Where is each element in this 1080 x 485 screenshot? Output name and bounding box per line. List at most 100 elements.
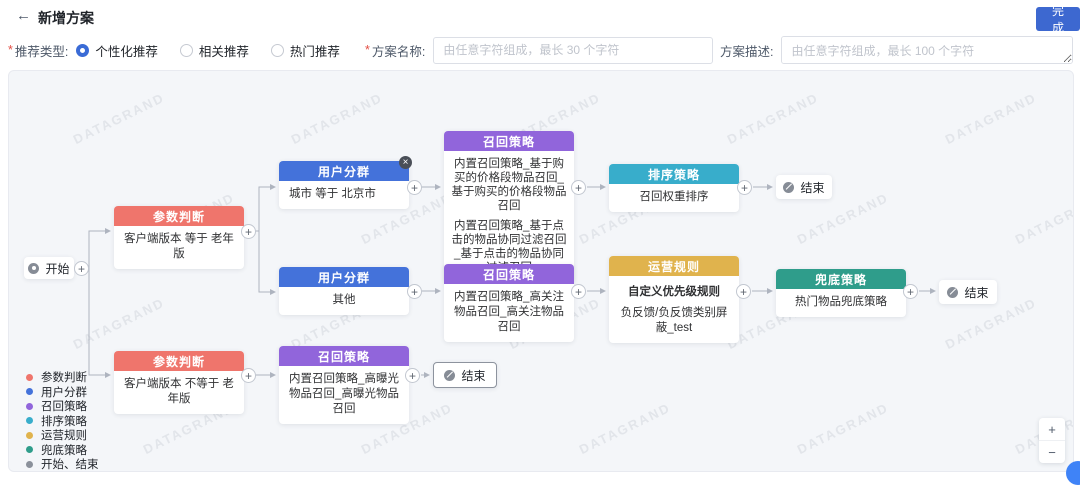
- node-end-2[interactable]: 结束: [939, 280, 997, 304]
- radio-label: 个性化推荐: [95, 41, 158, 60]
- node-title: 用户分群: [279, 267, 409, 287]
- zoom-out-button[interactable]: −: [1039, 440, 1065, 463]
- legend-item: 运营规则: [26, 428, 99, 442]
- page-title: 新增方案: [38, 8, 94, 28]
- node-body: 自定义优先级规则: [615, 285, 733, 300]
- zoom-in-button[interactable]: +: [1039, 418, 1065, 440]
- add-node-button[interactable]: +: [571, 284, 586, 299]
- plan-desc-group: 方案描述:: [720, 36, 1073, 64]
- node-body: 内置召回策略_高曝光物品召回_高曝光物品召回: [279, 366, 409, 424]
- node-title: 运营规则: [609, 256, 739, 276]
- legend-dot: [26, 403, 33, 410]
- flow-canvas[interactable]: DATAGRANDDATAGRANDDATAGRANDDATAGRANDDATA…: [8, 70, 1074, 472]
- floating-help-button[interactable]: [1066, 461, 1080, 485]
- radio-label: 热门推荐: [290, 41, 340, 60]
- canvas-zoom-control: + −: [1039, 418, 1065, 463]
- node-param-judge-1[interactable]: 参数判断 客户端版本 等于 老年版: [114, 206, 244, 269]
- finish-button[interactable]: 完成: [1036, 7, 1080, 31]
- node-title: 召回策略: [444, 131, 574, 151]
- add-node-button[interactable]: +: [405, 368, 420, 383]
- node-title: 用户分群: [279, 161, 409, 181]
- add-node-button[interactable]: +: [407, 180, 422, 195]
- legend-dot: [26, 417, 33, 424]
- pill-label: 结束: [800, 179, 824, 196]
- legend-dot: [26, 388, 33, 395]
- node-body: 客户端版本 不等于 老年版: [114, 371, 244, 414]
- legend-dot: [26, 374, 33, 381]
- node-body: 热门物品兜底策略: [776, 289, 906, 317]
- add-node-button[interactable]: +: [241, 224, 256, 239]
- node-end-3[interactable]: 结束: [433, 362, 497, 388]
- close-icon[interactable]: ×: [399, 156, 412, 169]
- radio-icon: [271, 44, 284, 57]
- plan-desc-input[interactable]: [781, 36, 1073, 64]
- node-operation-rule[interactable]: 运营规则 自定义优先级规则 负反馈/负反馈类别屏蔽_test: [609, 256, 739, 343]
- node-title: 排序策略: [609, 164, 739, 184]
- node-body: 城市 等于 北京市: [279, 181, 409, 209]
- node-fallback-strategy[interactable]: 兜底策略 热门物品兜底策略: [776, 269, 906, 317]
- radio-icon: [180, 44, 193, 57]
- legend-dot: [26, 432, 33, 439]
- node-recall-3[interactable]: 召回策略 内置召回策略_高曝光物品召回_高曝光物品召回: [279, 346, 409, 424]
- legend-item: 召回策略: [26, 399, 99, 413]
- top-bar: ← 新增方案 完成: [0, 0, 1080, 32]
- add-node-button[interactable]: +: [903, 284, 918, 299]
- radio-label: 相关推荐: [199, 41, 249, 60]
- legend-dot: [26, 446, 33, 453]
- node-param-judge-2[interactable]: 参数判断 客户端版本 不等于 老年版: [114, 351, 244, 414]
- plan-name-input[interactable]: [433, 37, 713, 64]
- node-start[interactable]: 开始: [24, 257, 74, 279]
- end-icon: [947, 287, 958, 298]
- node-title: 兜底策略: [776, 269, 906, 289]
- legend-item: 参数判断: [26, 370, 99, 384]
- radio-icon: [76, 44, 89, 57]
- node-title: 参数判断: [114, 351, 244, 371]
- node-body: 其他: [279, 287, 409, 315]
- node-body: 内置召回策略_高关注物品召回_高关注物品召回: [444, 284, 574, 342]
- pill-label: 结束: [461, 367, 485, 384]
- start-icon: [28, 263, 39, 274]
- pill-label: 结束: [964, 284, 988, 301]
- legend-item: 兜底策略: [26, 443, 99, 457]
- legend-item: 排序策略: [26, 414, 99, 428]
- pill-label: 开始: [45, 260, 69, 277]
- end-icon: [444, 370, 455, 381]
- node-title: 召回策略: [444, 264, 574, 284]
- add-node-button[interactable]: +: [407, 284, 422, 299]
- node-recall-2[interactable]: 召回策略 内置召回策略_高关注物品召回_高关注物品召回: [444, 264, 574, 342]
- radio-personalized[interactable]: 个性化推荐: [76, 41, 158, 60]
- back-icon[interactable]: ←: [16, 7, 31, 24]
- legend-dot: [26, 461, 33, 468]
- add-node-button[interactable]: +: [241, 368, 256, 383]
- node-user-group-1[interactable]: × 用户分群 城市 等于 北京市: [279, 161, 409, 209]
- node-body: 内置召回策略_基于购买的价格段物品召回_基于购买的价格段物品召回: [450, 157, 568, 213]
- required-mark: *: [365, 43, 370, 57]
- node-title: 参数判断: [114, 206, 244, 226]
- plan-name-label: 方案名称:: [372, 41, 425, 60]
- node-end-1[interactable]: 结束: [776, 175, 832, 199]
- legend-item: 用户分群: [26, 385, 99, 399]
- recommend-type-label: 推荐类型:: [15, 41, 68, 60]
- plan-desc-label: 方案描述:: [720, 41, 773, 60]
- plan-form: * 推荐类型: 个性化推荐 相关推荐 热门推荐 * 方案名称: 方案描述:: [0, 36, 1080, 66]
- recommend-type-group: * 推荐类型: 个性化推荐 相关推荐 热门推荐: [8, 36, 362, 64]
- node-body: 客户端版本 等于 老年版: [114, 226, 244, 269]
- legend-label: 开始、结束: [41, 456, 99, 472]
- add-node-button[interactable]: +: [74, 261, 89, 276]
- legend-item: 开始、结束: [26, 457, 99, 471]
- node-user-group-2[interactable]: 用户分群 其他: [279, 267, 409, 315]
- add-node-button[interactable]: +: [736, 284, 751, 299]
- end-icon: [783, 182, 794, 193]
- node-recall-1[interactable]: 召回策略 内置召回策略_基于购买的价格段物品召回_基于购买的价格段物品召回 内置…: [444, 131, 574, 282]
- node-body: 负反馈/负反馈类别屏蔽_test: [615, 306, 733, 336]
- radio-related[interactable]: 相关推荐: [180, 41, 249, 60]
- node-type-legend: 参数判断 用户分群 召回策略 排序策略 运营规则 兜底策略 开始、结束: [26, 370, 99, 472]
- node-title: 召回策略: [279, 346, 409, 366]
- node-sort-strategy[interactable]: 排序策略 召回权重排序: [609, 164, 739, 212]
- required-mark: *: [8, 43, 13, 57]
- radio-hot[interactable]: 热门推荐: [271, 41, 340, 60]
- add-node-button[interactable]: +: [571, 180, 586, 195]
- node-body: 召回权重排序: [609, 184, 739, 212]
- plan-name-group: * 方案名称:: [365, 36, 713, 64]
- add-node-button[interactable]: +: [737, 180, 752, 195]
